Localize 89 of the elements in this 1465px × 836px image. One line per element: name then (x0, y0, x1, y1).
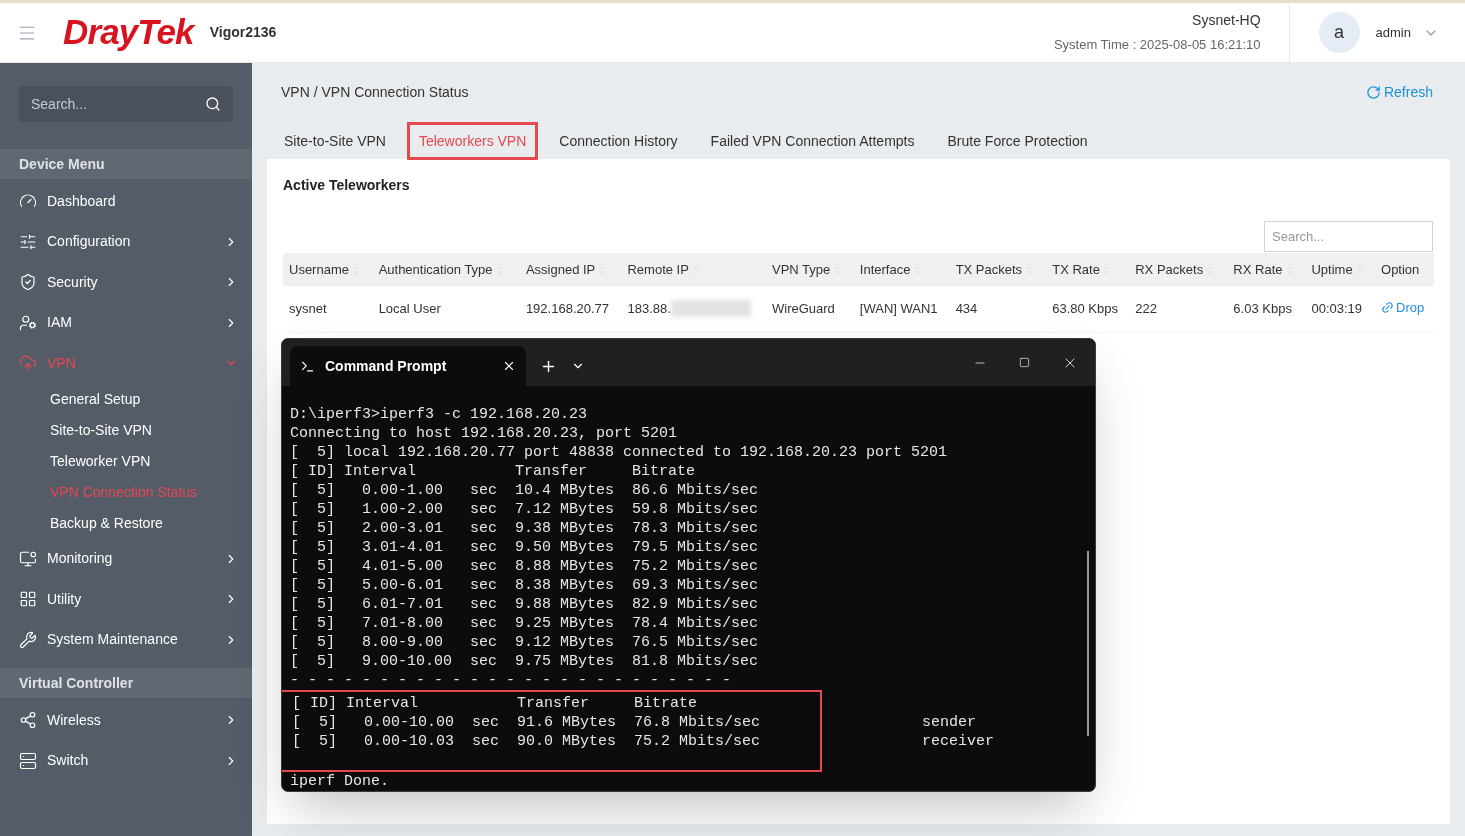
table-cell-text: 00:03:19 (1311, 300, 1363, 318)
tab[interactable]: Failed VPN Connection Attempts (698, 122, 927, 160)
shield-icon (19, 273, 37, 292)
column-header[interactable]: RX Packets (1135, 259, 1216, 280)
sidebar-item[interactable]: IAM (0, 302, 252, 343)
sidebar-item[interactable]: Configuration (0, 221, 252, 262)
sidebar-item[interactable]: Wireless (0, 700, 252, 741)
refresh-icon (1365, 85, 1381, 100)
column-header[interactable]: Username (289, 259, 361, 280)
terminal-line: [ 5] 4.01-5.00 sec 8.88 MBytes 75.2 Mbits/sec (290, 557, 759, 576)
column-header[interactable]: Assigned IP (525, 259, 608, 280)
table-cell-text: WireGuard (771, 300, 835, 318)
tab[interactable]: Site-to-Site VPN (272, 122, 398, 160)
table-cell-text: 183.88. (627, 300, 671, 318)
table-search-field[interactable]: Search... (1264, 221, 1433, 252)
tab-title: Command Prompt (325, 356, 447, 376)
cloud-icon (19, 354, 37, 373)
terminal-line: - - - - - - - - - - - - - - - - - - - - - - - - - (290, 671, 732, 690)
table-cell-text: 222 (1135, 300, 1157, 318)
section-heading: Device Menu (0, 149, 252, 179)
sliders-icon (19, 232, 37, 251)
sidebar-item[interactable]: Monitoring (0, 538, 252, 579)
model-name: Vigor2136 (209, 23, 277, 42)
monitor-icon (19, 549, 37, 568)
terminal-line: [ 5] 6.01-7.01 sec 9.88 MBytes 82.9 Mbits/sec (290, 595, 759, 614)
scrollbar-icon (1087, 551, 1089, 736)
table-cell-text: sysnet (289, 300, 327, 318)
terminal-line: [ 5] local 192.168.20.77 port 48838 connected to 192.168.20.23 port 5201 (290, 443, 948, 462)
table-cell-text: Local User (378, 300, 441, 318)
breadcrumb: VPN / VPN Connection Status (281, 83, 469, 102)
terminal-line: [ 5] 1.00-2.00 sec 7.12 MBytes 59.8 Mbits/sec (290, 500, 759, 519)
table-cell-text: 63.80 Kbps (1052, 300, 1118, 318)
drop-link[interactable]: Drop (1381, 297, 1425, 318)
sidebar-item[interactable]: Security (0, 262, 252, 303)
terminal-line: [ 5] 9.00-10.00 sec 9.75 MBytes 81.8 Mbits/sec (290, 652, 759, 671)
sidebar-subitem[interactable]: Teleworker VPN (0, 445, 252, 477)
close-icon[interactable] (502, 359, 516, 373)
terminal-line: [ 5] 5.00-6.01 sec 8.38 MBytes 69.3 Mbits/sec (290, 576, 759, 595)
tab[interactable]: Connection History (547, 122, 690, 160)
maximize-icon[interactable] (1019, 357, 1030, 368)
terminal-icon (300, 358, 315, 374)
column-header[interactable]: Uptime (1311, 259, 1365, 280)
table-cell-text: 6.03 Kbps (1233, 300, 1292, 318)
table-cell-text: [WAN] WAN1 (859, 300, 938, 318)
table-cell-text: 434 (955, 300, 978, 318)
share-icon (19, 711, 37, 730)
column-header[interactable]: RX Rate (1233, 259, 1295, 280)
search-icon[interactable] (205, 96, 221, 112)
section-heading: Virtual Controller (0, 668, 252, 698)
wrench-icon (19, 630, 37, 649)
terminal-line: [ 5] 3.01-4.01 sec 9.50 MBytes 79.5 Mbits/sec (290, 538, 759, 557)
card-title: Active Teleworkers (283, 176, 411, 195)
table-cell-text: 192.168.20.77 (525, 300, 610, 318)
sidebar-subitem[interactable]: Site-to-Site VPN (0, 414, 252, 446)
terminal-line: [ 5] 7.01-8.00 sec 9.25 MBytes 78.4 Mbits/sec (290, 614, 759, 633)
tab[interactable]: Brute Force Protection (935, 122, 1100, 160)
column-header[interactable]: VPN Type (771, 259, 843, 280)
column-header[interactable]: Remote IP (627, 259, 701, 280)
column-header[interactable]: Interface (859, 259, 923, 280)
terminal-tab[interactable]: Command Prompt (290, 346, 526, 386)
column-header: Option (1381, 260, 1420, 279)
terminal-line: iperf Done. (290, 772, 390, 791)
terminal-line: [ 5] 8.00-9.00 sec 9.12 MBytes 76.5 Mbits/sec (290, 633, 759, 652)
user-icon (19, 313, 37, 332)
server-icon (19, 751, 37, 770)
terminal-line: [ 5] 0.00-10.03 sec 90.0 MBytes 75.2 Mbits/sec receiver (292, 732, 995, 751)
column-header[interactable]: TX Packets (955, 259, 1035, 280)
user-name[interactable]: admin (1375, 22, 1411, 43)
terminal-line: [ 5] 0.00-1.00 sec 10.4 MBytes 86.6 Mbits/sec (290, 481, 759, 500)
terminal-line: [ ID] Interval Transfer Bitrate (290, 462, 696, 481)
terminal-line: [ 5] 0.00-10.00 sec 91.6 MBytes 76.8 Mbits/sec sender (292, 713, 977, 732)
sidebar-search-field[interactable]: Search... (19, 86, 233, 122)
sidebar-item[interactable]: Dashboard (0, 181, 252, 222)
terminal-line: [ ID] Interval Transfer Bitrate (292, 694, 698, 713)
site-name: Sysnet-HQ (1192, 11, 1261, 31)
sidebar-subitem[interactable]: General Setup (0, 383, 252, 415)
sidebar-subitem[interactable]: Backup & Restore (0, 507, 252, 539)
sidebar-item[interactable]: System Maintenance (0, 619, 252, 660)
grid-icon (19, 590, 37, 609)
terminal-line: Connecting to host 192.168.20.23, port 5201 (290, 424, 678, 443)
column-header[interactable]: TX Rate (1052, 259, 1112, 280)
column-header[interactable]: Authentication Type (378, 259, 505, 280)
brand-logo: DrayTek (63, 11, 194, 54)
system-time: System Time : 2025-08-05 16:21:10 (1053, 36, 1261, 55)
sidebar-item[interactable]: Utility (0, 579, 252, 620)
sidebar-item[interactable]: Switch (0, 740, 252, 781)
user-avatar[interactable]: a (1318, 12, 1360, 53)
terminal-line: [ 5] 2.00-3.01 sec 9.38 MBytes 78.3 Mbits/sec (290, 519, 759, 538)
terminal-line: D:\iperf3>iperf3 -c 192.168.20.23 (290, 405, 588, 424)
